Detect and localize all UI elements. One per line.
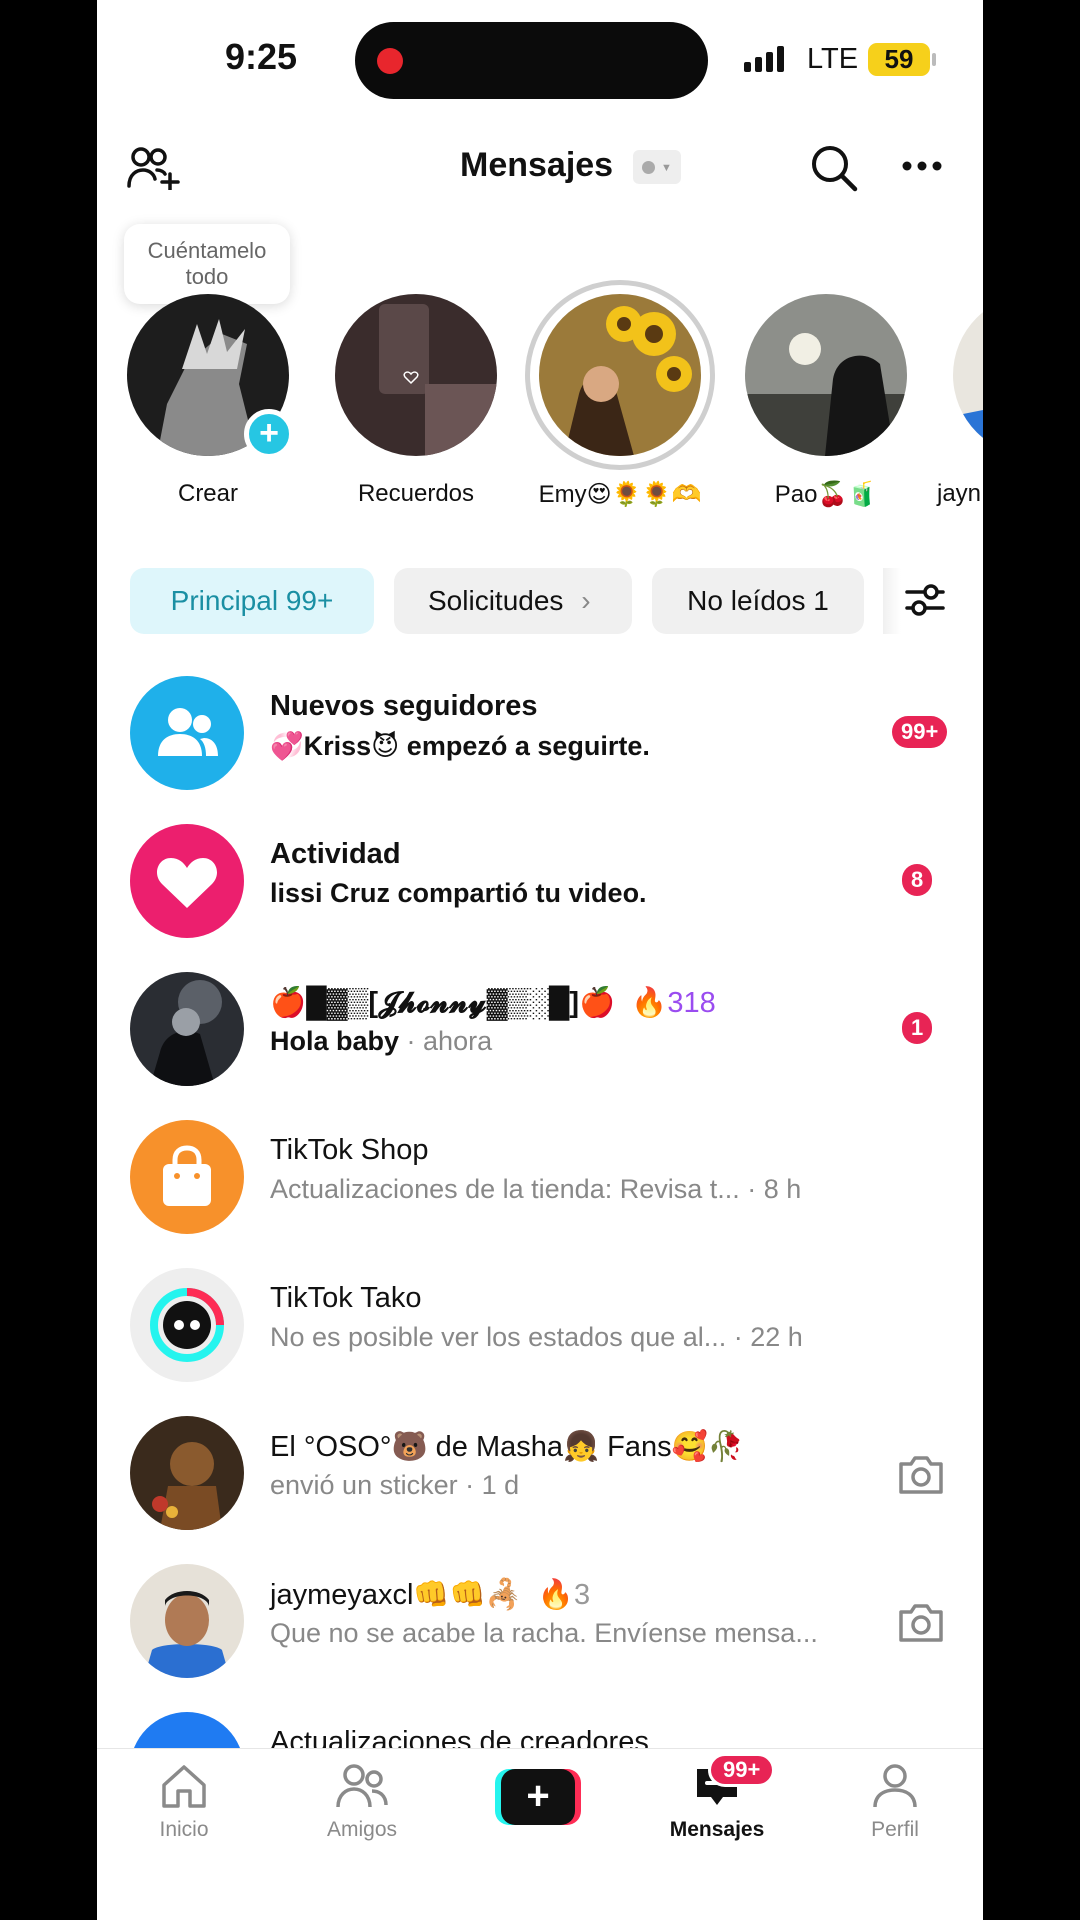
nav-inicio[interactable]: Inicio [114,1763,254,1842]
story-label: jayn [937,480,982,507]
contact-name: 🍎█▓▒[𝓙𝓱𝓸𝓷𝓷𝔂▓▒░█]🍎 [270,987,616,1019]
bottom-nav: Inicio Amigos + Mensajes 99+ Perfil [97,1748,983,1920]
story-avatar-pao[interactable] [745,294,907,456]
status-time: 9:25 [225,36,298,77]
heart-icon [130,824,244,938]
conversation-title: TikTok Shop [270,1134,429,1166]
nav-label: Mensajes [669,1818,765,1841]
unread-badge: 8 [902,864,933,896]
nav-amigos[interactable]: Amigos [292,1763,432,1842]
streak-count: 318 [667,987,716,1019]
create-button[interactable]: + [495,1769,581,1825]
message-time: · 22 h [733,1322,803,1352]
tab-solicitudes-label: Solicitudes [428,585,564,616]
nav-perfil[interactable]: Perfil [825,1763,965,1842]
conversation-preview: Que no se acabe la racha. Envíense mensa… [270,1618,818,1648]
list-item-tiktok-shop[interactable]: TikTok Shop Actualizaciones de la tienda… [97,1120,983,1268]
add-friends-icon[interactable] [127,146,181,190]
tab-no-leidos[interactable]: No leídos 1 [652,568,864,634]
nav-label: Perfil [871,1818,919,1841]
avatar [953,294,983,456]
status-bubble[interactable]: Cuéntamelo todo [124,224,290,304]
message-time: · ahora [406,1026,493,1056]
more-options-icon[interactable] [902,160,942,172]
conversation-title: Actividad [270,838,401,870]
filter-sliders-icon[interactable] [905,580,945,620]
conversation-title: El °OSO°🐻 de Masha👧 Fans🥰🥀 [270,1431,744,1463]
search-icon[interactable] [810,144,858,192]
conversation-title: jaymeyaxcl👊👊🦂 🔥3 [270,1578,590,1612]
unread-badge: 1 [902,1012,933,1044]
create-story-plus-icon[interactable]: + [244,409,294,459]
story-avatar-recuerdos[interactable] [335,294,497,456]
unread-badge: 99+ [892,716,948,748]
battery-icon: 59 [868,43,930,76]
list-item-jhonny[interactable]: 🍎█▓▒[𝓙𝓱𝓸𝓷𝓷𝔂▓▒░█]🍎 🔥318 Hola baby · ahora… [97,972,983,1120]
conversation-preview: No es posible ver los estados que al... … [270,1322,803,1353]
avatar [745,294,907,456]
avatar [335,294,497,456]
list-item-tiktok-tako[interactable]: TikTok Tako No es posible ver los estado… [97,1268,983,1416]
message-preview: Hola baby [270,1026,400,1056]
profile-icon [873,1764,917,1808]
avatar [539,294,701,456]
fire-icon: 🔥 [537,1579,574,1611]
avatar [130,1416,244,1530]
chevron-right-icon: › [581,585,591,616]
tab-solicitudes[interactable]: Solicitudes › [394,568,632,634]
message-preview: No es posible ver los estados que al... [270,1322,727,1352]
conversation-title: Nuevos seguidores [270,690,538,722]
message-time: · 8 h [747,1174,802,1204]
list-item-new-followers[interactable]: Nuevos seguidores 💞Kriss😈 empezó a segui… [97,676,983,824]
network-type: LTE [807,43,859,75]
camera-icon[interactable] [897,1600,945,1644]
list-item-jaymeyaxcl[interactable]: jaymeyaxcl👊👊🦂 🔥3 Que no se acabe la rach… [97,1564,983,1712]
recording-indicator [377,48,403,74]
fire-icon: 🔥 [631,987,668,1019]
inbox-badge: 99+ [708,1753,776,1787]
signal-icon [744,46,784,72]
followers-icon [130,676,244,790]
home-icon [162,1765,206,1808]
tako-icon [130,1268,244,1382]
conversation-title: 🍎█▓▒[𝓙𝓱𝓸𝓷𝓷𝔂▓▒░█]🍎 🔥318 [270,986,716,1020]
avatar [130,1564,244,1678]
story-label: Recuerdos [357,480,475,507]
status-selector[interactable]: ▼ [633,150,681,184]
nav-label: Amigos [326,1818,398,1841]
list-item-activity[interactable]: Actividad lissi Cruz compartió tu video.… [97,824,983,972]
tab-principal[interactable]: Principal 99+ [130,568,374,634]
list-item-oso-masha[interactable]: El °OSO°🐻 de Masha👧 Fans🥰🥀 envió un stic… [97,1416,983,1564]
camera-icon[interactable] [897,1452,945,1496]
story-label: Pao🍒🧃 [774,481,878,508]
friends-icon [336,1764,388,1808]
story-label: Emy😍🌻🌻🫶 [538,481,702,508]
conversation-preview: envió un sticker · 1 d [270,1470,520,1500]
conversation-title: TikTok Tako [270,1282,422,1314]
dynamic-island [355,22,708,99]
contact-name: jaymeyaxcl👊👊🦂 [270,1579,522,1611]
conversation-preview: lissi Cruz compartió tu video. [270,878,647,908]
conversation-preview: 💞Kriss😈 empezó a seguirte. [270,731,650,761]
avatar [130,972,244,1086]
streak-count: 3 [573,1579,591,1611]
messages-screen: 9:25 LTE 59 Mensajes ▼ Cuéntamelo todo + [97,0,983,1920]
conversation-preview: Hola baby · ahora [270,1026,492,1057]
story-label: Crear [177,480,238,507]
plus-icon: + [501,1769,575,1825]
story-avatar-emy[interactable] [539,294,701,456]
nav-label: Inicio [159,1818,209,1841]
chevron-down-icon: ▼ [661,162,672,174]
message-preview: Actualizaciones de la tienda: Revisa t..… [270,1174,740,1204]
shopping-bag-icon [130,1120,244,1234]
conversation-preview: Actualizaciones de la tienda: Revisa t..… [270,1174,801,1205]
page-title: Mensajes [460,146,614,184]
story-avatar-jayn[interactable] [953,294,983,456]
